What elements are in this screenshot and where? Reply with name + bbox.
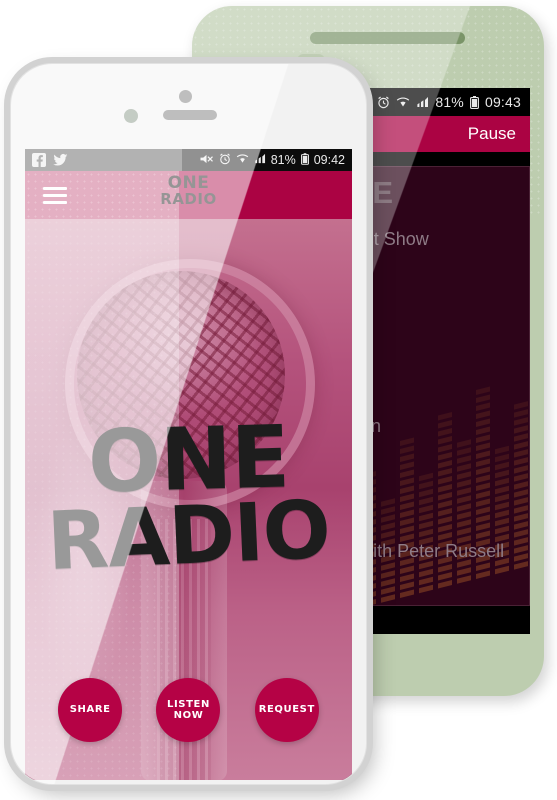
hero-logo-line2: RADIO [45,482,332,589]
front-phone-device: 81% 09:42 ONE RADIO ONE RADIO SHARE LIST… [10,63,367,785]
header-logo-line2: RADIO [160,190,217,209]
app-header: ONE RADIO [25,171,352,219]
hero-action-buttons: SHARE LISTEN NOW REQUEST [25,678,352,742]
signal-icon [416,96,429,108]
clock-time-back: 09:43 [484,94,521,110]
screenshot-stage: 81% 09:43 Listen Now Pause SCHEDULE The … [0,0,557,800]
listen-now-button-label: LISTEN NOW [167,699,210,722]
request-button-label: REQUEST [258,704,315,716]
pause-button[interactable]: Pause [468,124,516,144]
front-phone-sensor [124,109,138,123]
header-logo: ONE RADIO [25,175,352,209]
hero-section: ONE RADIO SHARE LISTEN NOW REQUEST [25,219,352,780]
social-status-bar: 81% 09:42 [25,149,352,171]
listen-now-button[interactable]: LISTEN NOW [156,678,221,742]
twitter-icon[interactable] [53,153,68,167]
alarm-icon [377,96,390,109]
wifi-icon [236,153,249,167]
share-button-label: SHARE [69,704,111,716]
request-button[interactable]: REQUEST [254,678,319,742]
hero-logo: ONE RADIO [25,407,352,588]
wifi-icon [396,96,410,108]
mute-icon [199,153,214,168]
front-status-icons: 81% 09:42 [199,149,345,171]
facebook-icon[interactable] [32,153,46,167]
share-button[interactable]: SHARE [58,678,123,742]
signal-icon [254,153,266,167]
front-phone-camera-icon [179,90,192,103]
alarm-icon [219,152,231,168]
battery-icon [300,152,309,168]
front-phone-screen: 81% 09:42 ONE RADIO ONE RADIO SHARE LIST… [25,149,352,780]
listen-now-label-line1: LISTEN [167,698,210,710]
battery-percent-back: 81% [435,94,464,110]
battery-icon [470,95,479,109]
battery-percent-front: 81% [270,153,296,167]
back-phone-speaker [310,32,465,44]
front-phone-speaker [163,110,217,120]
listen-now-label-line2: NOW [173,710,204,721]
clock-time-front: 09:42 [313,153,345,167]
